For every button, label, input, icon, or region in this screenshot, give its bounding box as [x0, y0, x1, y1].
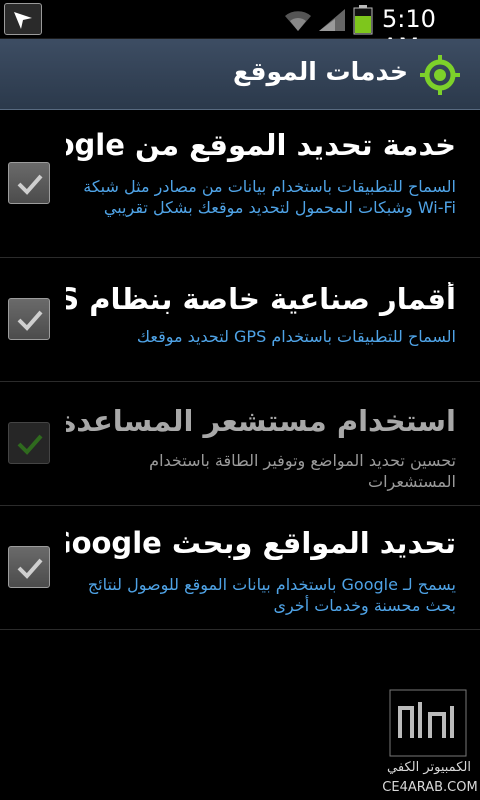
gps-checkbox[interactable]: [8, 298, 50, 340]
setting-summary: يسمح لـ Google باستخدام بيانات الموقع لل…: [87, 575, 456, 615]
wifi-icon: [285, 11, 311, 31]
signal-icon: [319, 9, 345, 31]
google-location-checkbox[interactable]: [8, 162, 50, 204]
setting-summary: تحسين تحديد المواضع وتوفير الطاقة باستخد…: [149, 451, 456, 491]
setting-title: استخدام مستشعر المساعدة: [66, 404, 456, 438]
setting-location-google-search[interactable]: تحديد المواقع وبحث Google يسمح لـ Google…: [0, 506, 480, 630]
watermark-arabic-text: الكمبيوتر الكفي: [387, 760, 471, 775]
setting-title: تحديد المواقع وبحث Google: [66, 526, 456, 560]
watermark-logo: [389, 689, 467, 757]
check-icon: [17, 434, 43, 455]
page-title: خدمات الموقع: [233, 57, 408, 86]
title-bar: خدمات الموقع: [0, 39, 480, 110]
setting-google-location-service[interactable]: خدمة تحديد الموقع من Google السماح للتطب…: [0, 110, 480, 258]
setting-title: خدمة تحديد الموقع من Google: [66, 128, 456, 162]
sensor-aiding-checkbox: [8, 422, 50, 464]
setting-summary: السماح للتطبيقات باستخدام GPS لتحديد موق…: [136, 327, 456, 346]
battery-icon: [353, 5, 373, 35]
setting-title: أقمار صناعية خاصة بنظام GPS: [66, 282, 456, 316]
check-icon: [17, 174, 43, 195]
setting-gps-satellites[interactable]: أقمار صناعية خاصة بنظام GPS السماح للتطب…: [0, 258, 480, 382]
settings-list: خدمة تحديد الموقع من Google السماح للتطب…: [0, 110, 480, 630]
notification-arrow-icon[interactable]: [4, 3, 42, 35]
check-icon: [17, 558, 43, 579]
status-bar: 5:10 AM: [0, 0, 480, 61]
watermark-url-text: CE4ARAB.COM: [382, 780, 478, 795]
location-target-icon: [420, 55, 460, 95]
location-search-checkbox[interactable]: [8, 546, 50, 588]
setting-summary: السماح للتطبيقات باستخدام بيانات من مصاد…: [83, 177, 456, 217]
check-icon: [17, 310, 43, 331]
setting-sensor-aiding: استخدام مستشعر المساعدة تحسين تحديد المو…: [0, 382, 480, 506]
